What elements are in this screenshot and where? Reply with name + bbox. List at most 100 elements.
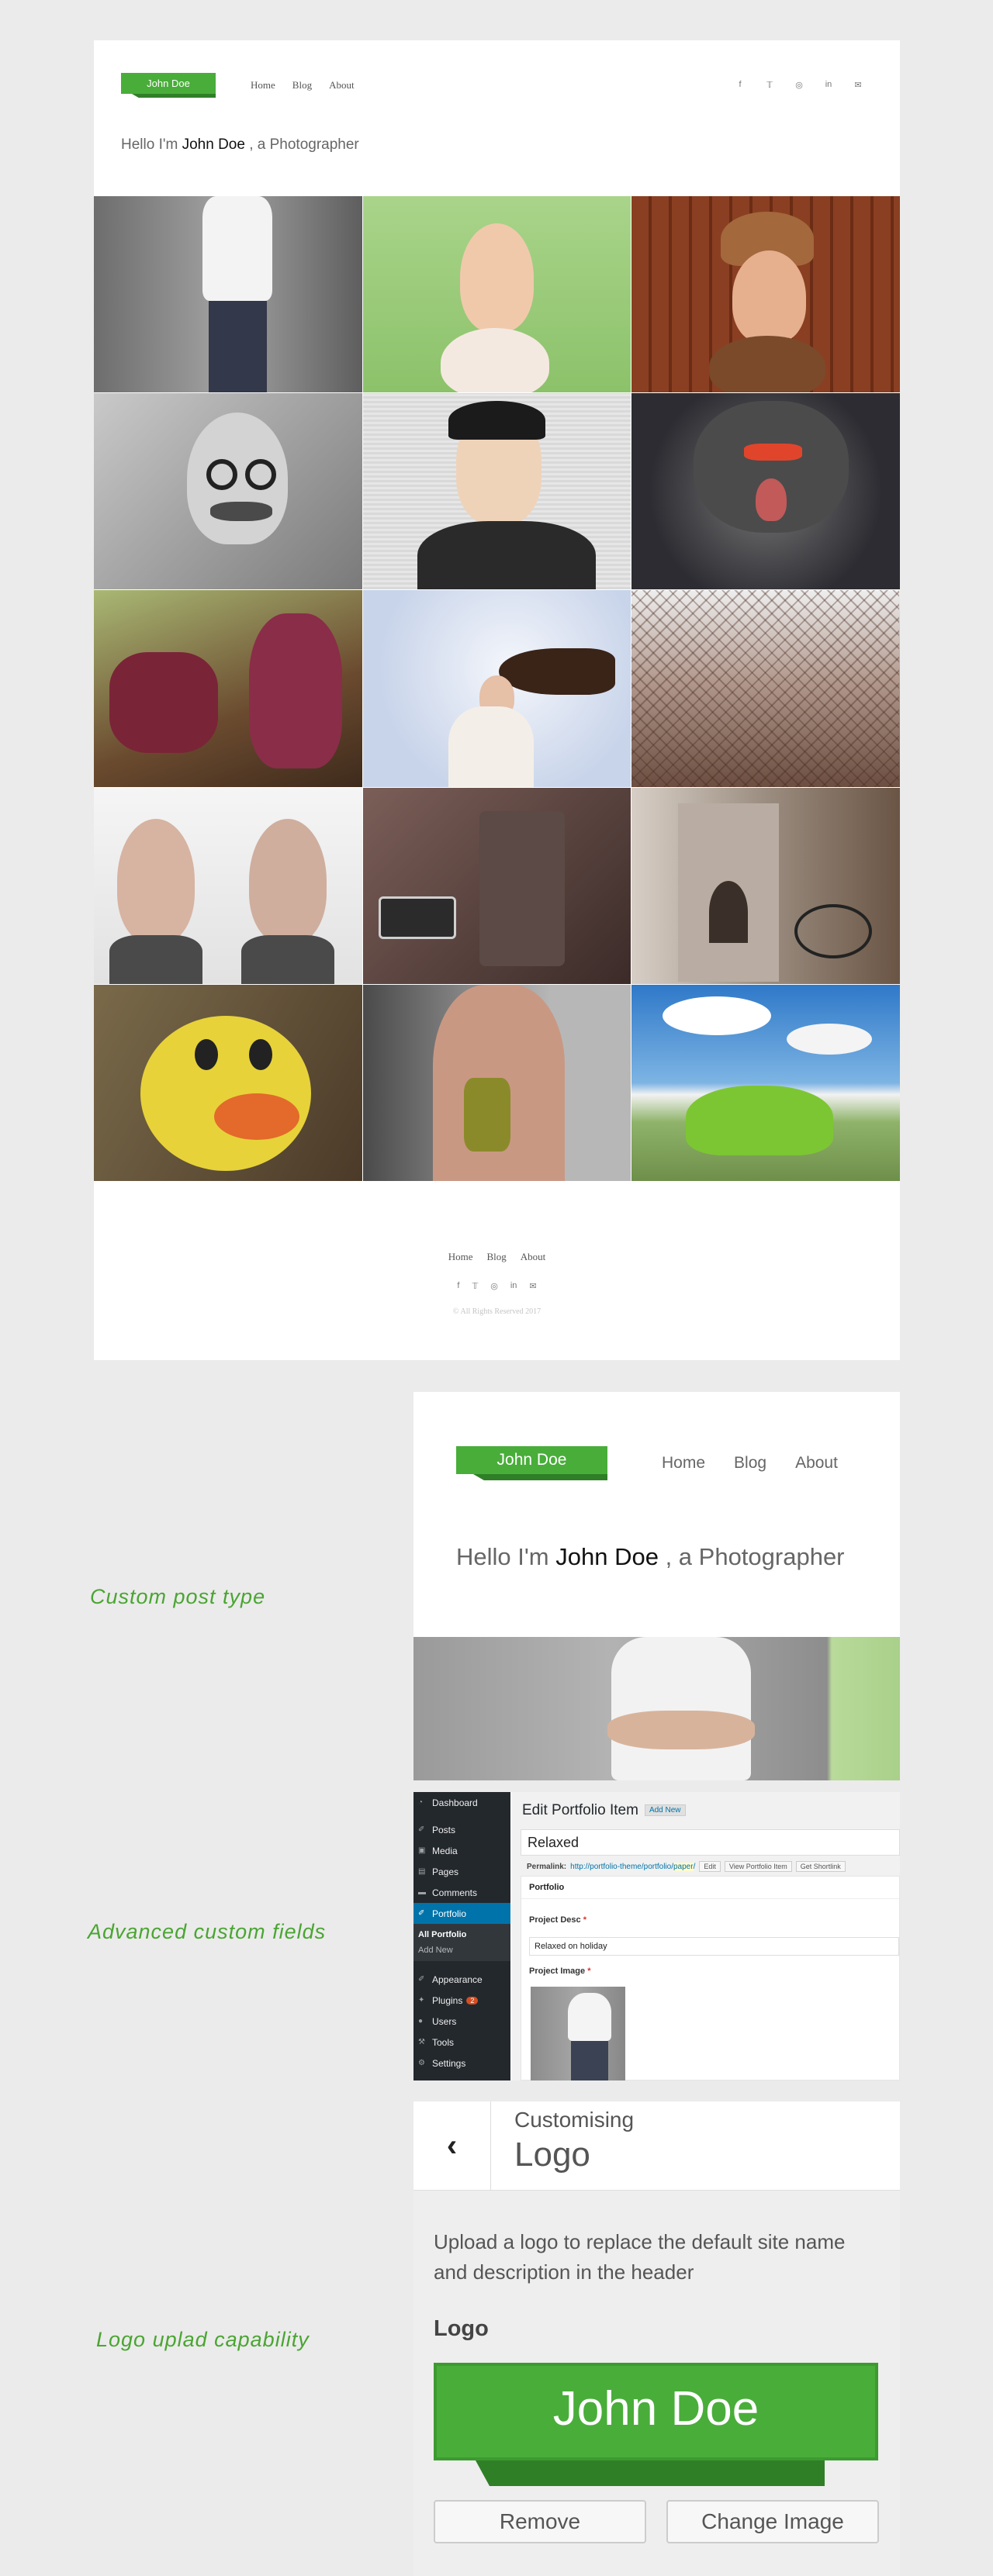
permalink-end: /: [693, 1862, 696, 1871]
footer-nav-about[interactable]: About: [521, 1251, 546, 1263]
envelope-icon[interactable]: ✉: [852, 80, 864, 90]
menu-posts[interactable]: ✐ Posts: [413, 1819, 510, 1840]
facebook-icon[interactable]: f: [734, 80, 746, 90]
photo-tile[interactable]: [362, 196, 631, 393]
menu-media[interactable]: ▣ Media: [413, 1840, 510, 1861]
linkedin-icon[interactable]: in: [510, 1281, 517, 1291]
github-icon[interactable]: ◎: [490, 1281, 498, 1291]
photo-tile[interactable]: [94, 984, 362, 1181]
photo-tile[interactable]: [631, 196, 900, 393]
label-text: Project Desc: [529, 1915, 581, 1925]
logo-preview-text: John Doe: [552, 2382, 759, 2436]
hero-heading: Hello I'm John Doe , a Photographer: [121, 136, 359, 154]
customizer-header: ‹ Customising Logo: [413, 2101, 900, 2191]
photo-tile[interactable]: [94, 393, 362, 590]
nav-home[interactable]: Home: [662, 1454, 705, 1473]
dashboard-icon: ◔: [418, 1798, 424, 1807]
project-image-thumbnail[interactable]: [531, 1987, 625, 2080]
logo-label: Logo: [434, 2316, 489, 2341]
customizer-subtitle: Customising: [514, 2108, 635, 2132]
menu-comments[interactable]: ▬ Comments: [413, 1882, 510, 1903]
nav-blog[interactable]: Blog: [734, 1454, 766, 1473]
photo-tile[interactable]: [94, 196, 362, 393]
nav-blog[interactable]: Blog: [292, 79, 312, 92]
photo-tile[interactable]: [362, 984, 631, 1181]
menu-settings[interactable]: ⚙ Settings: [413, 2053, 510, 2074]
change-image-button[interactable]: Change Image: [666, 2500, 879, 2543]
menu-label: Settings: [432, 2057, 466, 2069]
site-logo[interactable]: John Doe: [456, 1446, 607, 1480]
wp-admin-menu: ◔ Dashboard ✐ Posts ▣ Media ▤ Pages ▬ Comment…: [413, 1792, 510, 2080]
menu-label: Pages: [432, 1866, 459, 1877]
photo-tile[interactable]: [631, 590, 900, 787]
linkedin-icon[interactable]: in: [822, 80, 835, 90]
project-desc-label: Project Desc *: [529, 1915, 586, 1925]
photo-tile[interactable]: [94, 787, 362, 984]
permalink-link[interactable]: http://portfolio-theme/portfolio/paper/: [570, 1862, 696, 1871]
submenu-add-new[interactable]: Add New: [418, 1942, 510, 1958]
facebook-icon[interactable]: f: [457, 1281, 459, 1291]
photo-tile[interactable]: [362, 787, 631, 984]
menu-pages[interactable]: ▤ Pages: [413, 1861, 510, 1882]
hello-name: John Doe: [182, 136, 245, 153]
footer-nav-blog[interactable]: Blog: [486, 1251, 506, 1263]
footer-nav: Home Blog About: [94, 1251, 900, 1263]
menu-dashboard[interactable]: ◔ Dashboard: [413, 1792, 510, 1813]
post-title-input[interactable]: Relaxed: [521, 1829, 900, 1856]
users-icon: ●: [418, 2017, 424, 2025]
photo-tile[interactable]: [631, 984, 900, 1181]
menu-appearance[interactable]: ✐ Appearance: [413, 1969, 510, 1990]
photo-tile[interactable]: [631, 787, 900, 984]
nav-about[interactable]: About: [795, 1454, 838, 1473]
view-portfolio-item-button[interactable]: View Portfolio Item: [724, 1861, 792, 1872]
photo-tile[interactable]: [362, 393, 631, 590]
site-logo[interactable]: John Doe: [121, 73, 216, 98]
remove-button[interactable]: Remove: [434, 2500, 646, 2543]
footer-nav-home[interactable]: Home: [448, 1251, 473, 1263]
logo-preview[interactable]: John Doe: [434, 2363, 878, 2460]
menu-label: Plugins: [432, 1994, 463, 2006]
twitter-icon[interactable]: 𝕋: [763, 80, 776, 90]
permalink-slug: paper: [673, 1862, 694, 1871]
hello-name: John Doe: [555, 1543, 659, 1570]
menu-portfolio[interactable]: ✐ Portfolio: [413, 1903, 510, 1924]
photo-tile[interactable]: [362, 590, 631, 787]
nav-home[interactable]: Home: [251, 79, 275, 92]
menu-label: Comments: [432, 1887, 478, 1898]
project-desc-input[interactable]: Relaxed on holiday: [529, 1937, 899, 1956]
customizer-description: Upload a logo to replace the default sit…: [434, 2230, 846, 2284]
get-shortlink-button[interactable]: Get Shortlink: [795, 1861, 846, 1872]
menu-label: Tools: [432, 2036, 455, 2048]
menu-label: Portfolio: [432, 1908, 467, 1919]
page-title-text: Edit Portfolio Item: [522, 1802, 638, 1818]
menu-tools[interactable]: ⚒ Tools: [413, 2032, 510, 2053]
menu-users[interactable]: ● Users: [413, 2011, 510, 2032]
twitter-icon[interactable]: 𝕋: [472, 1281, 478, 1291]
photo-tile[interactable]: [94, 590, 362, 787]
hello-suffix: , a Photographer: [658, 1543, 845, 1570]
wp-admin-preview: ◔ Dashboard ✐ Posts ▣ Media ▤ Pages ▬ Comment…: [413, 1792, 900, 2080]
photo-tile[interactable]: [631, 393, 900, 590]
pin-icon: ✐: [418, 1825, 425, 1834]
copyright: © All Rights Reserved 2017: [452, 1307, 541, 1316]
main-nav: Home Blog About: [662, 1454, 838, 1473]
metabox-title: Portfolio: [521, 1877, 899, 1899]
envelope-icon[interactable]: ✉: [529, 1281, 536, 1291]
hello-prefix: Hello I'm: [121, 136, 182, 153]
add-new-button[interactable]: Add New: [644, 1804, 686, 1817]
menu-label: Users: [432, 2015, 457, 2027]
menu-plugins[interactable]: ✦ Plugins 2: [413, 1990, 510, 2011]
site-logo-text: John Doe: [147, 78, 190, 89]
nav-about[interactable]: About: [329, 79, 355, 92]
pages-icon: ▤: [418, 1867, 426, 1876]
photo-tile[interactable]: [413, 1637, 900, 1780]
submenu-all-portfolio[interactable]: All Portfolio: [418, 1927, 510, 1942]
github-icon[interactable]: ◎: [793, 80, 805, 90]
permalink-url: http://portfolio-theme/portfolio/: [570, 1862, 673, 1871]
back-chevron-icon[interactable]: ‹: [413, 2101, 491, 2191]
hello-prefix: Hello I'm: [456, 1543, 556, 1570]
footer-social-links: f 𝕋 ◎ in ✉: [94, 1281, 900, 1291]
portfolio-submenu: All Portfolio Add New: [413, 1924, 510, 1961]
edit-permalink-button[interactable]: Edit: [699, 1861, 721, 1872]
logo-ribbon: [473, 1474, 607, 1480]
